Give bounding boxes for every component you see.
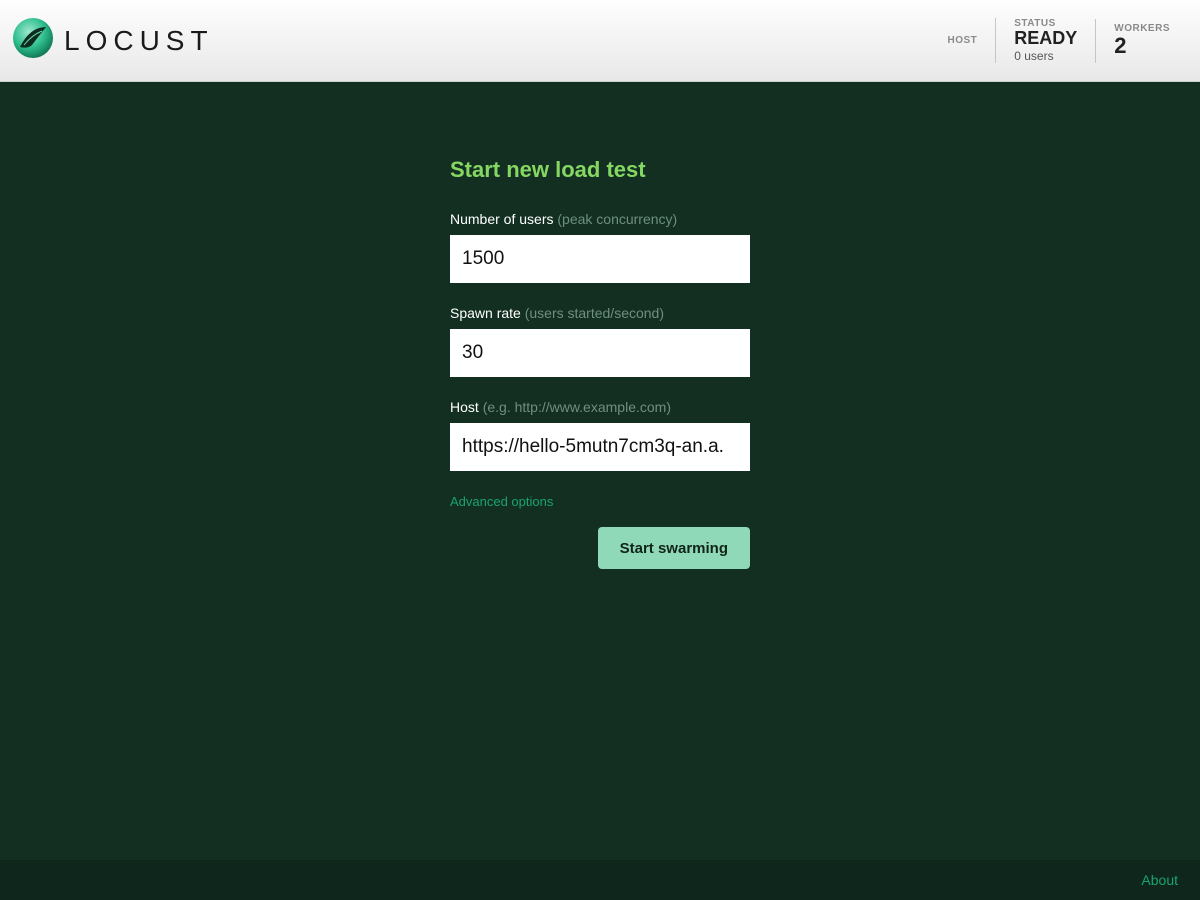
host-label-text: Host xyxy=(450,399,479,415)
users-label: Number of users (peak concurrency) xyxy=(450,211,750,227)
main: Start new load test Number of users (pea… xyxy=(0,82,1200,860)
users-hint: (peak concurrency) xyxy=(557,211,677,227)
host-hint: (e.g. http://www.example.com) xyxy=(483,399,671,415)
submit-row: Start swarming xyxy=(450,527,750,569)
start-swarming-button[interactable]: Start swarming xyxy=(598,527,750,569)
footer: About xyxy=(0,860,1200,900)
stat-host: HOST xyxy=(929,19,995,63)
logo: LOCUST xyxy=(12,17,214,64)
spawn-input[interactable] xyxy=(450,329,750,377)
brand-text: LOCUST xyxy=(64,25,214,57)
header-stats: HOST STATUS READY 0 users WORKERS 2 xyxy=(929,17,1188,65)
field-spawn: Spawn rate (users started/second) xyxy=(450,305,750,377)
stat-status: STATUS READY 0 users xyxy=(995,18,1095,63)
host-label: Host (e.g. http://www.example.com) xyxy=(450,399,750,415)
spawn-hint: (users started/second) xyxy=(525,305,664,321)
stat-status-value: READY xyxy=(1014,29,1077,49)
spawn-label-text: Spawn rate xyxy=(450,305,521,321)
spawn-label: Spawn rate (users started/second) xyxy=(450,305,750,321)
form-title: Start new load test xyxy=(450,157,750,183)
advanced-options-link[interactable]: Advanced options xyxy=(450,494,553,509)
field-users: Number of users (peak concurrency) xyxy=(450,211,750,283)
stat-status-sub: 0 users xyxy=(1014,49,1077,63)
locust-icon xyxy=(12,17,54,64)
users-label-text: Number of users xyxy=(450,211,553,227)
stat-workers-value: 2 xyxy=(1114,34,1170,58)
field-host: Host (e.g. http://www.example.com) xyxy=(450,399,750,471)
header: LOCUST HOST STATUS READY 0 users WORKERS… xyxy=(0,0,1200,82)
stat-workers: WORKERS 2 xyxy=(1095,19,1188,63)
start-form: Start new load test Number of users (pea… xyxy=(450,157,750,860)
host-input[interactable] xyxy=(450,423,750,471)
users-input[interactable] xyxy=(450,235,750,283)
about-link[interactable]: About xyxy=(1141,872,1178,888)
stat-host-label: HOST xyxy=(947,35,977,46)
